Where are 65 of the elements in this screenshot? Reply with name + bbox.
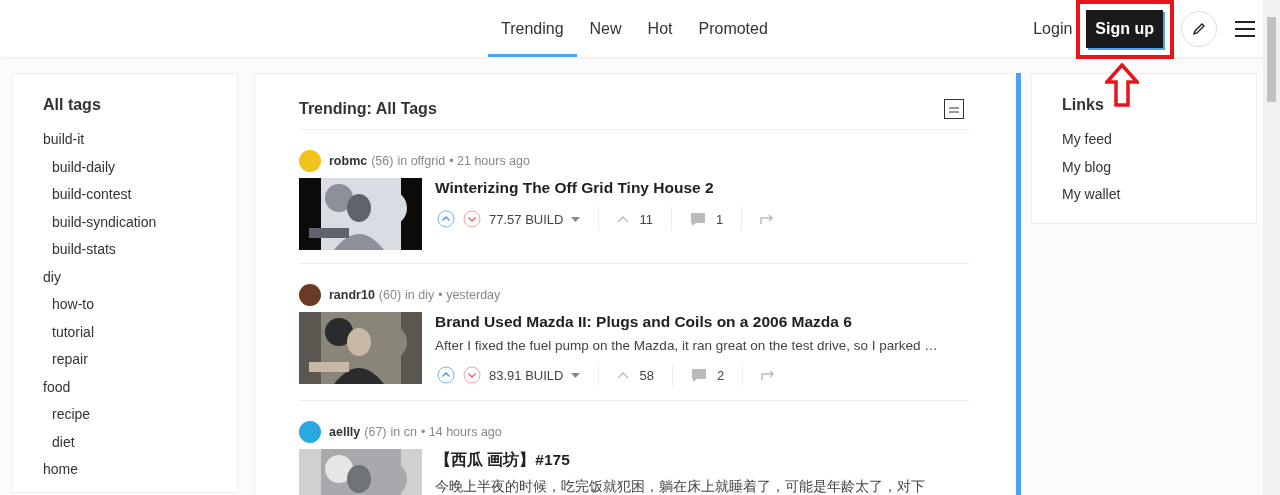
- tag-link[interactable]: build-contest: [43, 181, 237, 209]
- vote-count[interactable]: 11: [639, 211, 653, 227]
- comment-icon[interactable]: [689, 211, 706, 227]
- tag-link[interactable]: food: [43, 373, 237, 401]
- nav-tab[interactable]: New: [576, 0, 635, 57]
- author-link[interactable]: aellly: [329, 425, 361, 439]
- login-link[interactable]: Login: [1033, 19, 1073, 38]
- downvote-icon[interactable]: [463, 366, 481, 384]
- avatar[interactable]: [299, 284, 321, 306]
- community-link[interactable]: in diy: [405, 288, 435, 302]
- comment-count[interactable]: 1: [715, 211, 724, 227]
- post-excerpt: 今晚上半夜的时候，吃完饭就犯困，躺在床上就睡着了，可能是年龄太了，对下: [435, 478, 925, 495]
- community-link[interactable]: in cn: [390, 425, 417, 439]
- post-title[interactable]: Winterizing The Off Grid Tiny House 2: [435, 179, 776, 197]
- reputation: (56): [371, 154, 394, 168]
- menu-icon[interactable]: [1235, 20, 1255, 37]
- signup-button[interactable]: Sign up: [1086, 9, 1163, 48]
- nav-tab[interactable]: Hot: [634, 0, 686, 57]
- payout-dropdown[interactable]: 77.57 BUILD: [489, 211, 564, 227]
- comment-icon[interactable]: [690, 367, 707, 383]
- scrollbar[interactable]: [1263, 0, 1280, 495]
- tag-link[interactable]: build-stats: [43, 236, 237, 264]
- tag-link[interactable]: how-to: [43, 291, 237, 319]
- vote-count[interactable]: 58: [639, 367, 654, 383]
- tag-link[interactable]: build-daily: [43, 153, 237, 181]
- caret-icon: [571, 372, 581, 378]
- tag-link[interactable]: tutorial: [43, 318, 237, 346]
- repost-icon[interactable]: [760, 213, 776, 225]
- post-excerpt: After I fixed the fuel pump on the Mazda, it ran great on the test drive, so I parked …: [435, 338, 938, 353]
- author-link[interactable]: robmc: [329, 154, 368, 168]
- sidebar-link[interactable]: My feed: [1062, 126, 1256, 154]
- tag-link[interactable]: build-syndication: [43, 208, 237, 236]
- post-title[interactable]: Brand Used Mazda II: Plugs and Coils on a 2006 Mazda 6: [435, 313, 938, 331]
- author-link[interactable]: randr10: [329, 288, 375, 302]
- payout-dropdown[interactable]: 83.91 BUILD: [489, 367, 564, 383]
- community-link[interactable]: in offgrid: [397, 154, 446, 168]
- nav-tab[interactable]: Promoted: [685, 0, 781, 57]
- sidebar-link[interactable]: My wallet: [1062, 181, 1256, 209]
- tag-link[interactable]: diy: [43, 263, 237, 291]
- list-view-icon[interactable]: [944, 99, 964, 119]
- tag-link[interactable]: home: [43, 456, 237, 484]
- caret-icon: [571, 216, 581, 222]
- upvote-icon[interactable]: [437, 210, 455, 228]
- reputation: (60): [378, 288, 402, 302]
- repost-icon[interactable]: [761, 369, 777, 381]
- post-time: • yesterday: [438, 288, 501, 302]
- tag-link[interactable]: diet: [43, 428, 237, 456]
- sidebar-title: All tags: [43, 96, 102, 114]
- sidebar-link[interactable]: My blog: [1062, 153, 1256, 181]
- upvote-icon[interactable]: [437, 366, 455, 384]
- nav-tab[interactable]: Trending: [488, 0, 577, 57]
- comment-count[interactable]: 2: [716, 367, 725, 383]
- chevron-up-icon: [617, 371, 630, 379]
- tag-link[interactable]: recipe: [43, 401, 237, 429]
- reputation: (67): [364, 425, 387, 439]
- tag-link[interactable]: build-it: [43, 126, 237, 154]
- feed-title: Trending: All Tags: [299, 100, 437, 118]
- tag-link[interactable]: repair: [43, 346, 237, 374]
- post-title[interactable]: 【西瓜 画坊】#175: [435, 450, 925, 471]
- post-time: • 21 hours ago: [449, 154, 530, 168]
- chevron-up-icon: [617, 215, 630, 223]
- links-title: Links: [1062, 96, 1105, 114]
- post-time: • 14 hours ago: [420, 425, 502, 439]
- edit-icon[interactable]: [1181, 10, 1217, 47]
- downvote-icon[interactable]: [463, 210, 481, 228]
